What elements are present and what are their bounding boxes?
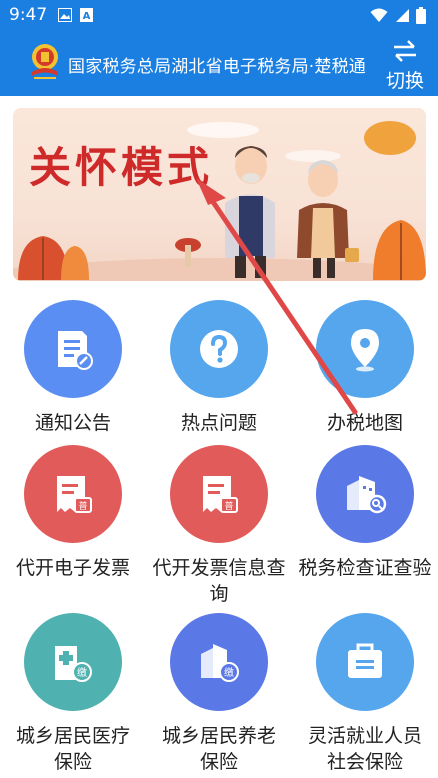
menu-item-label: 代开发票信息查询 (152, 557, 286, 605)
building-search-icon (316, 445, 414, 543)
battery-icon (416, 7, 426, 24)
switch-button[interactable]: 切换 (380, 36, 430, 92)
svg-text:缴: 缴 (224, 666, 234, 679)
app-header: 国家税务总局湖北省电子税务局·楚税通 切换 (0, 30, 438, 96)
status-time: 9:47 (9, 5, 48, 25)
notice-icon (24, 300, 122, 398)
question-icon (170, 300, 268, 398)
status-bar: 9:47 A (0, 0, 438, 30)
wifi-icon (370, 8, 388, 22)
menu-item-label: 办税地图 (326, 412, 403, 434)
invoice-icon: 普 (24, 445, 122, 543)
svg-text:缴: 缴 (77, 666, 87, 679)
menu-item-label: 灵活就业人员社会保险 (307, 725, 422, 773)
banner-title: 关怀模式 (29, 143, 214, 192)
menu-item-label: 热点问题 (180, 412, 257, 434)
font-icon: A (80, 8, 93, 22)
menu-item-label: 税务检查证查验 (298, 557, 432, 579)
swap-arrows-icon (394, 40, 416, 62)
building-pay-icon: 缴 (170, 613, 268, 711)
hospital-pay-icon: 缴 (24, 613, 122, 711)
briefcase-icon (316, 613, 414, 711)
svg-text:A: A (83, 11, 91, 22)
signal-icon (396, 9, 409, 22)
svg-text:普: 普 (78, 500, 87, 512)
care-mode-banner[interactable]: 关怀模式 (13, 108, 426, 281)
image-icon (58, 8, 72, 22)
svg-text:普: 普 (224, 500, 233, 512)
tax-emblem-icon (32, 44, 58, 79)
page-title: 国家税务总局湖北省电子税务局·楚税通 (68, 57, 367, 77)
menu-item-label: 城乡居民养老保险 (161, 725, 276, 773)
invoice-query-icon: 普 (170, 445, 268, 543)
map-pin-icon (316, 300, 414, 398)
menu-item-label: 通知公告 (34, 412, 111, 434)
menu-item-label: 城乡居民医疗保险 (15, 725, 130, 773)
menu-item-label: 代开电子发票 (15, 557, 130, 579)
switch-label: 切换 (385, 70, 424, 92)
